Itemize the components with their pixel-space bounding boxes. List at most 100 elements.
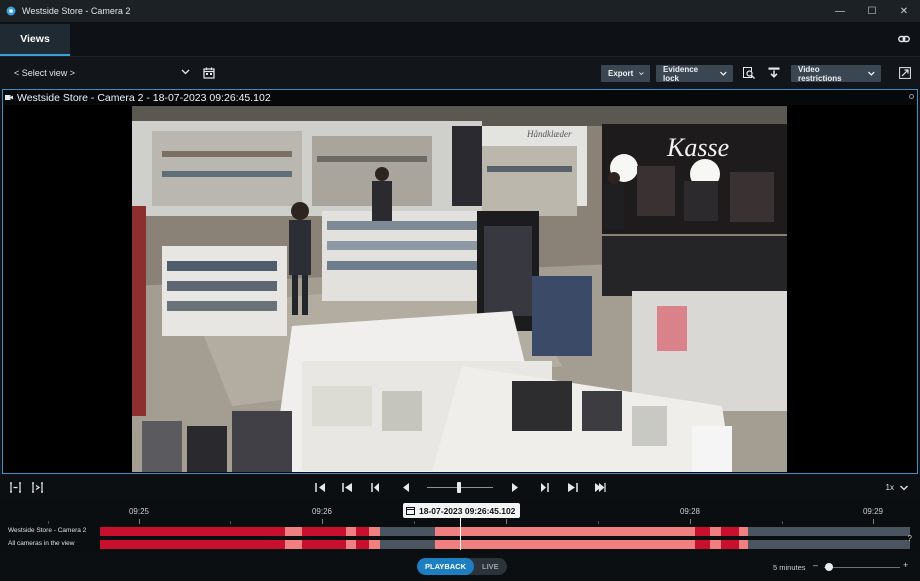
chevron-down-icon (720, 71, 727, 76)
camera-pane[interactable]: Westside Store - Camera 2 - 18-07-2023 0… (2, 89, 918, 474)
motion-segment (100, 527, 285, 536)
chevron-down-icon (639, 72, 644, 76)
playhead[interactable] (460, 518, 461, 550)
timeline-span-label: 5 minutes (773, 563, 806, 572)
minimize-button[interactable]: — (824, 0, 856, 22)
evidence-lock-label: Evidence lock (663, 64, 699, 83)
set-end-marker-icon[interactable] (31, 481, 44, 494)
previous-frame-icon[interactable] (368, 481, 381, 494)
motion-segment (285, 527, 302, 536)
camera-video-feed[interactable]: Kasse Håndklæder (132, 106, 787, 472)
title-bar: Westside Store - Camera 2 — ☐ ✕ (0, 0, 920, 22)
next-sequence-icon[interactable] (566, 481, 579, 494)
video-restrictions-label: Video restrictions (798, 64, 842, 83)
minor-tick (782, 521, 783, 524)
motion-segment (435, 527, 695, 536)
maximize-button[interactable]: ☐ (856, 0, 888, 22)
evidence-lock-button[interactable]: Evidence lock (656, 64, 733, 83)
motion-segment (302, 527, 346, 536)
mode-switch: PLAYBACK LIVE (417, 558, 507, 575)
calendar-icon (406, 507, 415, 515)
motion-segment (710, 527, 721, 536)
go-to-start-icon[interactable] (314, 481, 327, 494)
tab-views[interactable]: Views (0, 24, 70, 56)
motion-segment (695, 540, 710, 549)
camera-recording-track[interactable] (100, 527, 910, 536)
next-frame-icon[interactable] (539, 481, 552, 494)
close-button[interactable]: ✕ (888, 0, 920, 22)
minor-tick (230, 521, 231, 524)
motion-segment (346, 540, 356, 549)
motion-segment (710, 540, 721, 549)
motion-segment (285, 540, 302, 549)
go-to-end-icon[interactable] (593, 481, 606, 494)
status-indicator-icon (909, 94, 914, 99)
tick (139, 519, 140, 524)
tick-label: 09:26 (311, 507, 333, 516)
select-view-dropdown[interactable]: < Select view > (14, 65, 190, 81)
motion-segment (739, 540, 748, 549)
video-restrictions-button[interactable]: Video restrictions (791, 64, 881, 83)
tick-label: 09:28 (679, 507, 701, 516)
bottom-bar: PLAYBACK LIVE 5 minutes – + (0, 553, 920, 581)
app-logo-icon (6, 6, 16, 16)
playback-speed-value: 1x (885, 483, 894, 492)
zoom-in-button[interactable]: + (903, 560, 908, 570)
export-label: Export (608, 69, 634, 78)
select-view-label: < Select view > (14, 68, 76, 78)
camera-header: Westside Store - Camera 2 - 18-07-2023 0… (3, 90, 917, 105)
retrieve-data-icon[interactable] (768, 67, 780, 79)
motion-segment (346, 527, 356, 536)
motion-segment (695, 527, 710, 536)
motion-segment (721, 527, 739, 536)
help-icon[interactable]: ? (908, 534, 912, 543)
motion-segment (100, 540, 285, 549)
link-icon[interactable] (898, 33, 910, 45)
tab-row: Views (0, 22, 920, 56)
camera-title: Westside Store - Camera 2 - 18-07-2023 0… (17, 91, 271, 104)
timeline-zoom-thumb[interactable] (825, 563, 833, 571)
export-button[interactable]: Export (601, 65, 650, 82)
tick (873, 519, 874, 524)
tick (690, 519, 691, 524)
zoom-out-button[interactable]: – (813, 560, 818, 570)
all-cameras-recording-track[interactable] (100, 540, 910, 549)
fullscreen-icon[interactable] (899, 67, 911, 79)
previous-sequence-icon[interactable] (341, 481, 354, 494)
motion-segment (435, 540, 695, 549)
live-mode-button[interactable]: LIVE (474, 558, 507, 575)
window-title: Westside Store - Camera 2 (22, 6, 131, 16)
search-sequence-icon[interactable] (743, 67, 755, 79)
minor-tick (598, 521, 599, 524)
timeline[interactable]: 09:25 09:26 09:28 09:29 18-07-2023 09:26… (0, 500, 920, 553)
timeline-zoom-slider[interactable] (824, 567, 900, 568)
play-forward-icon[interactable] (508, 481, 521, 494)
tick (322, 519, 323, 524)
camera-icon (5, 95, 13, 100)
minor-tick (48, 521, 49, 524)
motion-segment (302, 540, 346, 549)
motion-segment (369, 527, 380, 536)
current-time-display[interactable]: 18-07-2023 09:26:45.102 (403, 503, 521, 518)
timeline-row-label: All cameras in the view (8, 540, 75, 547)
playback-speed-dropdown[interactable]: 1x (886, 483, 908, 492)
towel-sign: Håndklæder (526, 129, 572, 139)
tick (506, 519, 507, 524)
calendar-icon[interactable] (203, 67, 215, 79)
chevron-down-icon (900, 485, 908, 491)
tick-label: 09:25 (128, 507, 150, 516)
motion-segment (356, 540, 369, 549)
kasse-sign: Kasse (666, 133, 729, 162)
timeline-row-label: Westside Store - Camera 2 (8, 527, 87, 534)
minor-tick (414, 521, 415, 524)
playback-mode-button[interactable]: PLAYBACK (417, 558, 474, 575)
speed-slider-thumb[interactable] (457, 482, 461, 493)
motion-segment (739, 527, 748, 536)
store-scene-image: Kasse Håndklæder (132, 106, 787, 472)
chevron-down-icon (868, 71, 875, 76)
play-reverse-icon[interactable] (400, 481, 413, 494)
playback-controls: 1x (0, 475, 920, 500)
set-start-marker-icon[interactable] (9, 481, 22, 494)
motion-segment (721, 540, 739, 549)
chevron-down-icon (181, 69, 190, 75)
